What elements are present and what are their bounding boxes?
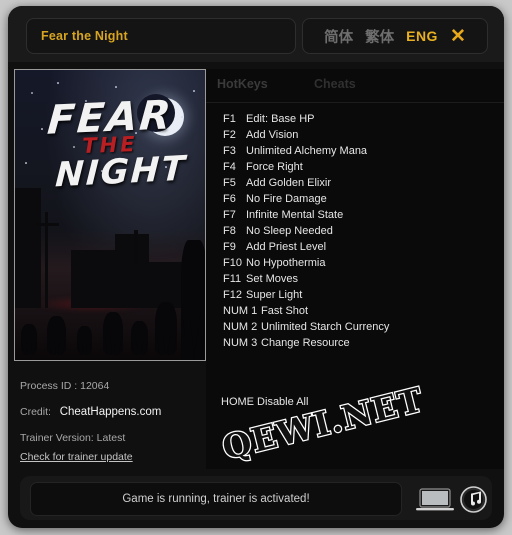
hotkey-key: F12: [223, 289, 242, 301]
hotkey-desc: Unlimited Alchemy Mana: [246, 145, 368, 157]
hotkey-row[interactable]: NUM 2 Unlimited Starch Currency: [206, 321, 504, 337]
hotkey-desc: Unlimited Starch Currency: [261, 321, 390, 333]
hotkey-row[interactable]: F11 Set Moves: [206, 273, 504, 289]
process-id-label: Process ID :: [20, 380, 78, 392]
content-panel: HotKeys Cheats F1 Edit: Base HP F2 Add Vis…: [206, 69, 504, 469]
language-option-english[interactable]: ENG: [406, 28, 438, 44]
bottom-bar: Game is running, trainer is activated!: [20, 476, 492, 520]
cover-title-block: FEAR THE NIGHT: [15, 92, 205, 195]
language-option-simplified[interactable]: 简体: [324, 26, 353, 47]
trainer-version-label: Trainer Version:: [20, 432, 94, 444]
hotkey-desc: Infinite Mental State: [246, 209, 344, 221]
hotkey-key: F3: [223, 145, 236, 157]
hotkey-row[interactable]: F12 Super Light: [206, 289, 504, 305]
hotkey-row[interactable]: F3 Unlimited Alchemy Mana: [206, 145, 504, 161]
hotkey-key: F4: [223, 161, 236, 173]
hotkey-key: NUM 3: [223, 337, 258, 349]
hotkey-key: F9: [223, 241, 236, 253]
hotkey-row[interactable]: F2 Add Vision: [206, 129, 504, 145]
hotkey-row[interactable]: F7 Infinite Mental State: [206, 209, 504, 225]
hotkey-list: F1 Edit: Base HP F2 Add Vision F3 Unlimited…: [206, 113, 504, 353]
hotkey-row[interactable]: NUM 1 Fast Shot: [206, 305, 504, 321]
language-selector: 简体 繁体 ENG ✕: [302, 18, 488, 54]
language-option-traditional[interactable]: 繁体: [365, 26, 394, 47]
credit-label: Credit:: [20, 406, 51, 418]
tab-bar: HotKeys Cheats: [206, 69, 504, 102]
hotkey-key: F7: [223, 209, 236, 221]
title-bar: Fear the Night 简体 繁体 ENG ✕: [8, 6, 504, 62]
hotkey-key: F8: [223, 225, 236, 237]
hotkey-row[interactable]: F9 Add Priest Level: [206, 241, 504, 257]
hotkey-key: F1: [223, 113, 236, 125]
game-title: Fear the Night: [41, 29, 128, 43]
global-hotkey-disable-all[interactable]: HOME Disable All: [221, 396, 308, 408]
hotkey-key: F2: [223, 129, 236, 141]
hotkey-desc: No Hypothermia: [246, 257, 326, 269]
hotkey-desc: Add Priest Level: [246, 241, 327, 253]
check-for-update-link[interactable]: Check for trainer update: [20, 451, 133, 463]
hotkey-row[interactable]: F8 No Sleep Needed: [206, 225, 504, 241]
hotkey-key: NUM 1: [223, 305, 258, 317]
game-title-field: Fear the Night: [26, 18, 296, 54]
hotkey-desc: No Fire Damage: [246, 193, 327, 205]
close-icon[interactable]: ✕: [450, 27, 466, 46]
hotkey-desc: Edit: Base HP: [246, 113, 315, 125]
hotkey-key: NUM 2: [223, 321, 258, 333]
tab-cheats[interactable]: Cheats: [314, 77, 356, 91]
trainer-info-panel: Process ID : 12064 Credit: CheatHappens.…: [20, 380, 206, 465]
laptop-icon[interactable]: [416, 488, 454, 512]
tab-hotkeys[interactable]: HotKeys: [217, 77, 268, 91]
hotkey-desc: No Sleep Needed: [246, 225, 333, 237]
hotkey-key: F10: [223, 257, 242, 269]
game-cover-art: FEAR THE NIGHT: [14, 69, 206, 361]
tab-separator: [206, 102, 504, 103]
hotkey-desc: Super Light: [246, 289, 303, 301]
hotkey-desc: Force Right: [246, 161, 303, 173]
status-text: Game is running, trainer is activated!: [122, 493, 310, 505]
hotkey-key: F6: [223, 193, 236, 205]
trainer-window: Fear the Night 简体 繁体 ENG ✕ FEAR THE NIGH…: [8, 6, 504, 528]
hotkey-key: F5: [223, 177, 236, 189]
hotkey-desc: Set Moves: [246, 273, 298, 285]
music-note-icon[interactable]: [460, 486, 487, 513]
trainer-version-row: Trainer Version: Latest: [20, 432, 206, 444]
cover-title-line3: NIGHT: [54, 148, 188, 196]
process-id-value: 12064: [80, 380, 110, 392]
credit-value: CheatHappens.com: [59, 406, 162, 418]
hotkey-desc: Add Vision: [246, 129, 299, 141]
hotkey-row[interactable]: F5 Add Golden Elixir: [206, 177, 504, 193]
hotkey-key: F11: [223, 273, 242, 285]
trainer-version-value: Latest: [96, 432, 126, 444]
hotkey-desc: Fast Shot: [261, 305, 309, 317]
hotkey-row[interactable]: F1 Edit: Base HP: [206, 113, 504, 129]
hotkey-row[interactable]: F10 No Hypothermia: [206, 257, 504, 273]
process-id-row: Process ID : 12064: [20, 380, 206, 392]
status-field: Game is running, trainer is activated!: [30, 482, 402, 516]
hotkey-row[interactable]: NUM 3 Change Resource: [206, 337, 504, 353]
hotkey-row[interactable]: F6 No Fire Damage: [206, 193, 504, 209]
hotkey-desc: Change Resource: [261, 337, 350, 349]
credit-row: Credit: CheatHappens.com: [20, 406, 206, 418]
hotkey-desc: Add Golden Elixir: [246, 177, 331, 189]
hotkey-row[interactable]: F4 Force Right: [206, 161, 504, 177]
